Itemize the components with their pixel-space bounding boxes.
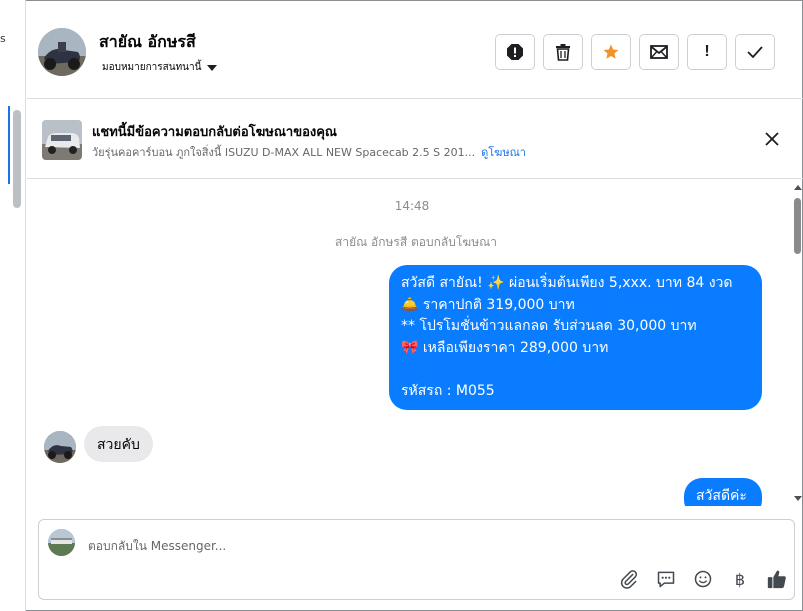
assign-conversation-dropdown[interactable]: มอบหมายการสนทนานี้: [102, 60, 218, 75]
ad-reply-banner: แชทนี้มีข้อความตอบกลับต่อโฆษณาของคุณ วัย…: [27, 100, 803, 179]
message-timestamp: 14:48: [394, 199, 430, 213]
scroll-down-arrow-icon[interactable]: [794, 496, 802, 501]
message-line: รหัสรถ : M055: [401, 382, 495, 399]
quick-reply-icon: [657, 571, 675, 588]
ad-banner-subtitle: วัยรุ่นคอคาร์บอน ภูกใจสิ่งนี้ ISUZU D-MA…: [92, 143, 526, 161]
message-line: [401, 359, 750, 381]
message-line: ** โปรโมชั่นข้าวแลกลด รับส่วนลด 30,000 บ…: [401, 318, 697, 334]
close-banner-button[interactable]: [761, 128, 783, 150]
message-thread[interactable]: 14:48 สายัณ อักษรสี ตอบกลับโฆษณา สวัสดี …: [27, 180, 803, 506]
sender-avatar[interactable]: [44, 431, 76, 463]
scroll-thumb[interactable]: [794, 198, 801, 254]
outgoing-message[interactable]: สวัสดี สายัณ! ✨ ผ่อนเริ่มต้นเพียง 5,xxx.…: [389, 265, 762, 410]
delete-button[interactable]: [543, 34, 583, 70]
thumbs-up-icon: [767, 570, 786, 589]
view-ad-link[interactable]: ดูโฆษณา: [481, 146, 526, 159]
ad-thumbnail[interactable]: [42, 120, 82, 160]
mail-icon: [650, 45, 668, 59]
report-button[interactable]: [495, 34, 535, 70]
contact-name[interactable]: สายัณ อักษรสี: [99, 30, 196, 55]
page-avatar: [48, 529, 75, 556]
outgoing-message-short[interactable]: สวัสดีค่ะ: [684, 478, 762, 506]
mark-unread-button[interactable]: [639, 34, 679, 70]
message-line: 🛎️ ราคาปกติ 319,000 บาท: [401, 296, 575, 313]
saved-replies-button[interactable]: [654, 567, 678, 591]
report-icon: [507, 44, 523, 60]
like-button[interactable]: [765, 567, 789, 591]
header-actions: !: [495, 34, 775, 70]
follow-up-button[interactable]: !: [687, 34, 727, 70]
check-icon: [747, 46, 763, 59]
ad-banner-title: แชทนี้มีข้อความตอบกลับต่อโฆษณาของคุณ: [92, 125, 337, 140]
conversation-header: สายัณ อักษรสี มอบหมายการสนทนานี้ !: [27, 0, 803, 99]
mark-done-button[interactable]: [735, 34, 775, 70]
emoji-icon: [694, 570, 712, 588]
paperclip-icon: [620, 570, 638, 589]
emoji-button[interactable]: [691, 567, 715, 591]
truncated-text: s: [0, 32, 6, 45]
reply-input-placeholder[interactable]: ตอบกลับใน Messenger...: [88, 537, 226, 556]
caret-down-icon: [207, 65, 218, 71]
ad-reply-note: สายัณ อักษรสี ตอบกลับโฆษณา: [335, 235, 497, 249]
message-line: สวัสดี สายัณ! ✨ ผ่อนเริ่มต้นเพียง 5,xxx.…: [401, 275, 733, 291]
star-icon: [603, 44, 619, 59]
close-icon: [765, 132, 779, 146]
attach-button[interactable]: [617, 567, 641, 591]
assign-label: มอบหมายการสนทนานี้: [102, 62, 202, 73]
thread-scrollbar[interactable]: [792, 180, 803, 506]
ad-text: วัยรุ่นคอคาร์บอน ภูกใจสิ่งนี้ ISUZU D-MA…: [92, 146, 476, 159]
exclamation-icon: !: [704, 43, 710, 60]
star-button[interactable]: [591, 34, 631, 70]
trash-icon: [556, 44, 570, 61]
message-line: 🎀 เหลือเพียงราคา 289,000 บาท: [401, 339, 609, 356]
payment-button[interactable]: ฿: [728, 567, 752, 591]
list-scrollbar[interactable]: [13, 110, 21, 208]
incoming-message[interactable]: สวยคับ: [84, 426, 153, 462]
scroll-up-arrow-icon[interactable]: [794, 185, 802, 190]
composer-tools: ฿: [617, 567, 789, 591]
contact-avatar[interactable]: [38, 28, 86, 76]
message-composer[interactable]: ตอบกลับใน Messenger... ฿: [38, 519, 795, 600]
baht-icon: ฿: [734, 569, 746, 589]
conversation-list-edge: s: [0, 0, 26, 611]
selected-indicator: [8, 106, 10, 184]
